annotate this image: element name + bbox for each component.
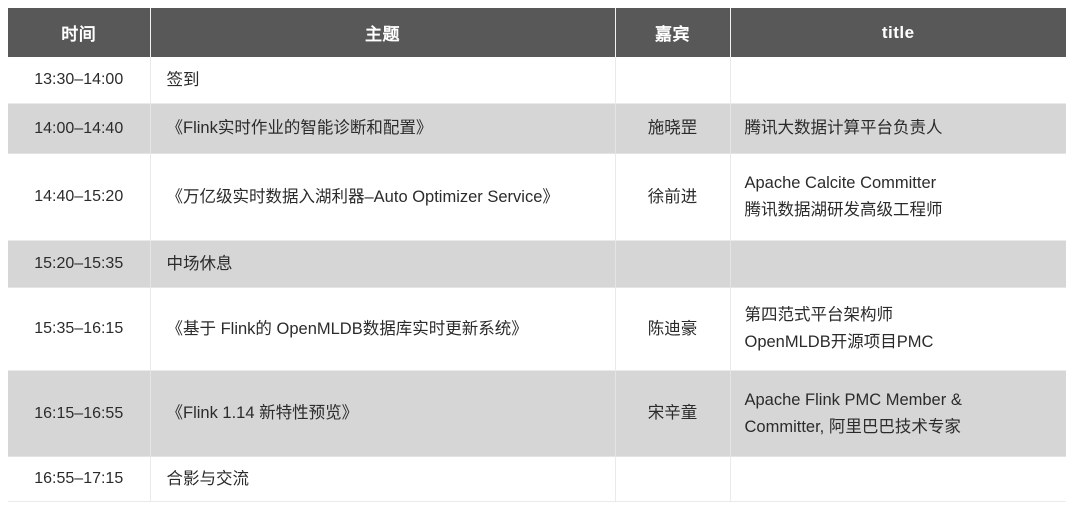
cell-guest bbox=[615, 57, 731, 104]
cell-topic: 《Flink 1.14 新特性预览》 bbox=[150, 370, 616, 457]
cell-title-line1: Apache Calcite Committer bbox=[744, 174, 937, 193]
cell-time: 16:55–17:15 bbox=[8, 456, 151, 502]
cell-title-line2: OpenMLDB开源项目PMC bbox=[744, 333, 934, 351]
cell-time: 16:15–16:55 bbox=[8, 370, 151, 457]
table-row: 14:00–14:40 《Flink实时作业的智能诊断和配置》 施晓罡 腾讯大数… bbox=[8, 103, 1066, 154]
header-row: 时间 主题 嘉宾 title bbox=[8, 8, 1066, 57]
table-row: 16:55–17:15 合影与交流 bbox=[8, 456, 1066, 502]
cell-topic: 《Flink实时作业的智能诊断和配置》 bbox=[150, 103, 616, 154]
cell-title: 腾讯大数据计算平台负责人 bbox=[730, 103, 1066, 154]
table-row: 15:20–15:35 中场休息 bbox=[8, 240, 1066, 288]
column-header-topic: 主题 bbox=[150, 8, 616, 57]
table-row: 16:15–16:55 《Flink 1.14 新特性预览》 宋辛童 Apach… bbox=[8, 370, 1066, 457]
table-row: 14:40–15:20 《万亿级实时数据入湖利器–Auto Optimizer … bbox=[8, 153, 1066, 241]
cell-time: 13:30–14:00 bbox=[8, 57, 151, 104]
cell-title bbox=[730, 240, 1066, 288]
cell-title-line1: 第四范式平台架构师 bbox=[744, 306, 894, 325]
cell-guest bbox=[615, 456, 731, 502]
cell-title: 第四范式平台架构师 OpenMLDB开源项目PMC bbox=[730, 287, 1066, 371]
cell-title: Apache Flink PMC Member & Committer, 阿里巴… bbox=[730, 370, 1066, 457]
cell-time: 15:35–16:15 bbox=[8, 287, 151, 371]
cell-title bbox=[730, 456, 1066, 502]
cell-topic: 中场休息 bbox=[150, 240, 616, 288]
cell-guest: 宋辛童 bbox=[615, 370, 731, 457]
cell-title-line1: Apache Flink PMC Member & bbox=[744, 390, 962, 409]
column-header-time: 时间 bbox=[8, 8, 151, 57]
column-header-title: title bbox=[730, 8, 1066, 57]
table-body: 13:30–14:00 签到 14:00–14:40 《Flink实时作业的智能… bbox=[8, 57, 1066, 502]
cell-time: 14:40–15:20 bbox=[8, 153, 151, 241]
cell-topic: 《万亿级实时数据入湖利器–Auto Optimizer Service》 bbox=[150, 153, 616, 241]
cell-topic: 签到 bbox=[150, 57, 616, 104]
cell-topic: 合影与交流 bbox=[150, 456, 616, 502]
table-header: 时间 主题 嘉宾 title bbox=[8, 8, 1066, 57]
table-row: 15:35–16:15 《基于 Flink的 OpenMLDB数据库实时更新系统… bbox=[8, 287, 1066, 371]
cell-title bbox=[730, 57, 1066, 104]
cell-title-line1: 腾讯大数据计算平台负责人 bbox=[744, 119, 943, 138]
table-row: 13:30–14:00 签到 bbox=[8, 57, 1066, 104]
cell-title: Apache Calcite Committer 腾讯数据湖研发高级工程师 bbox=[730, 153, 1066, 241]
cell-title-line2: Committer, 阿里巴巴技术专家 bbox=[744, 417, 961, 436]
cell-time: 15:20–15:35 bbox=[8, 240, 151, 288]
cell-time: 14:00–14:40 bbox=[8, 103, 151, 154]
agenda-table-container: 时间 主题 嘉宾 title 13:30–14:00 签到 14:00–14:4… bbox=[8, 8, 1066, 502]
cell-guest: 徐前进 bbox=[615, 153, 731, 241]
cell-topic: 《基于 Flink的 OpenMLDB数据库实时更新系统》 bbox=[150, 287, 616, 371]
cell-guest bbox=[615, 240, 731, 288]
cell-guest: 陈迪豪 bbox=[615, 287, 731, 371]
column-header-guest: 嘉宾 bbox=[615, 8, 731, 57]
cell-guest: 施晓罡 bbox=[615, 103, 731, 154]
agenda-table: 时间 主题 嘉宾 title 13:30–14:00 签到 14:00–14:4… bbox=[8, 8, 1066, 502]
cell-title-line2: 腾讯数据湖研发高级工程师 bbox=[744, 201, 943, 219]
